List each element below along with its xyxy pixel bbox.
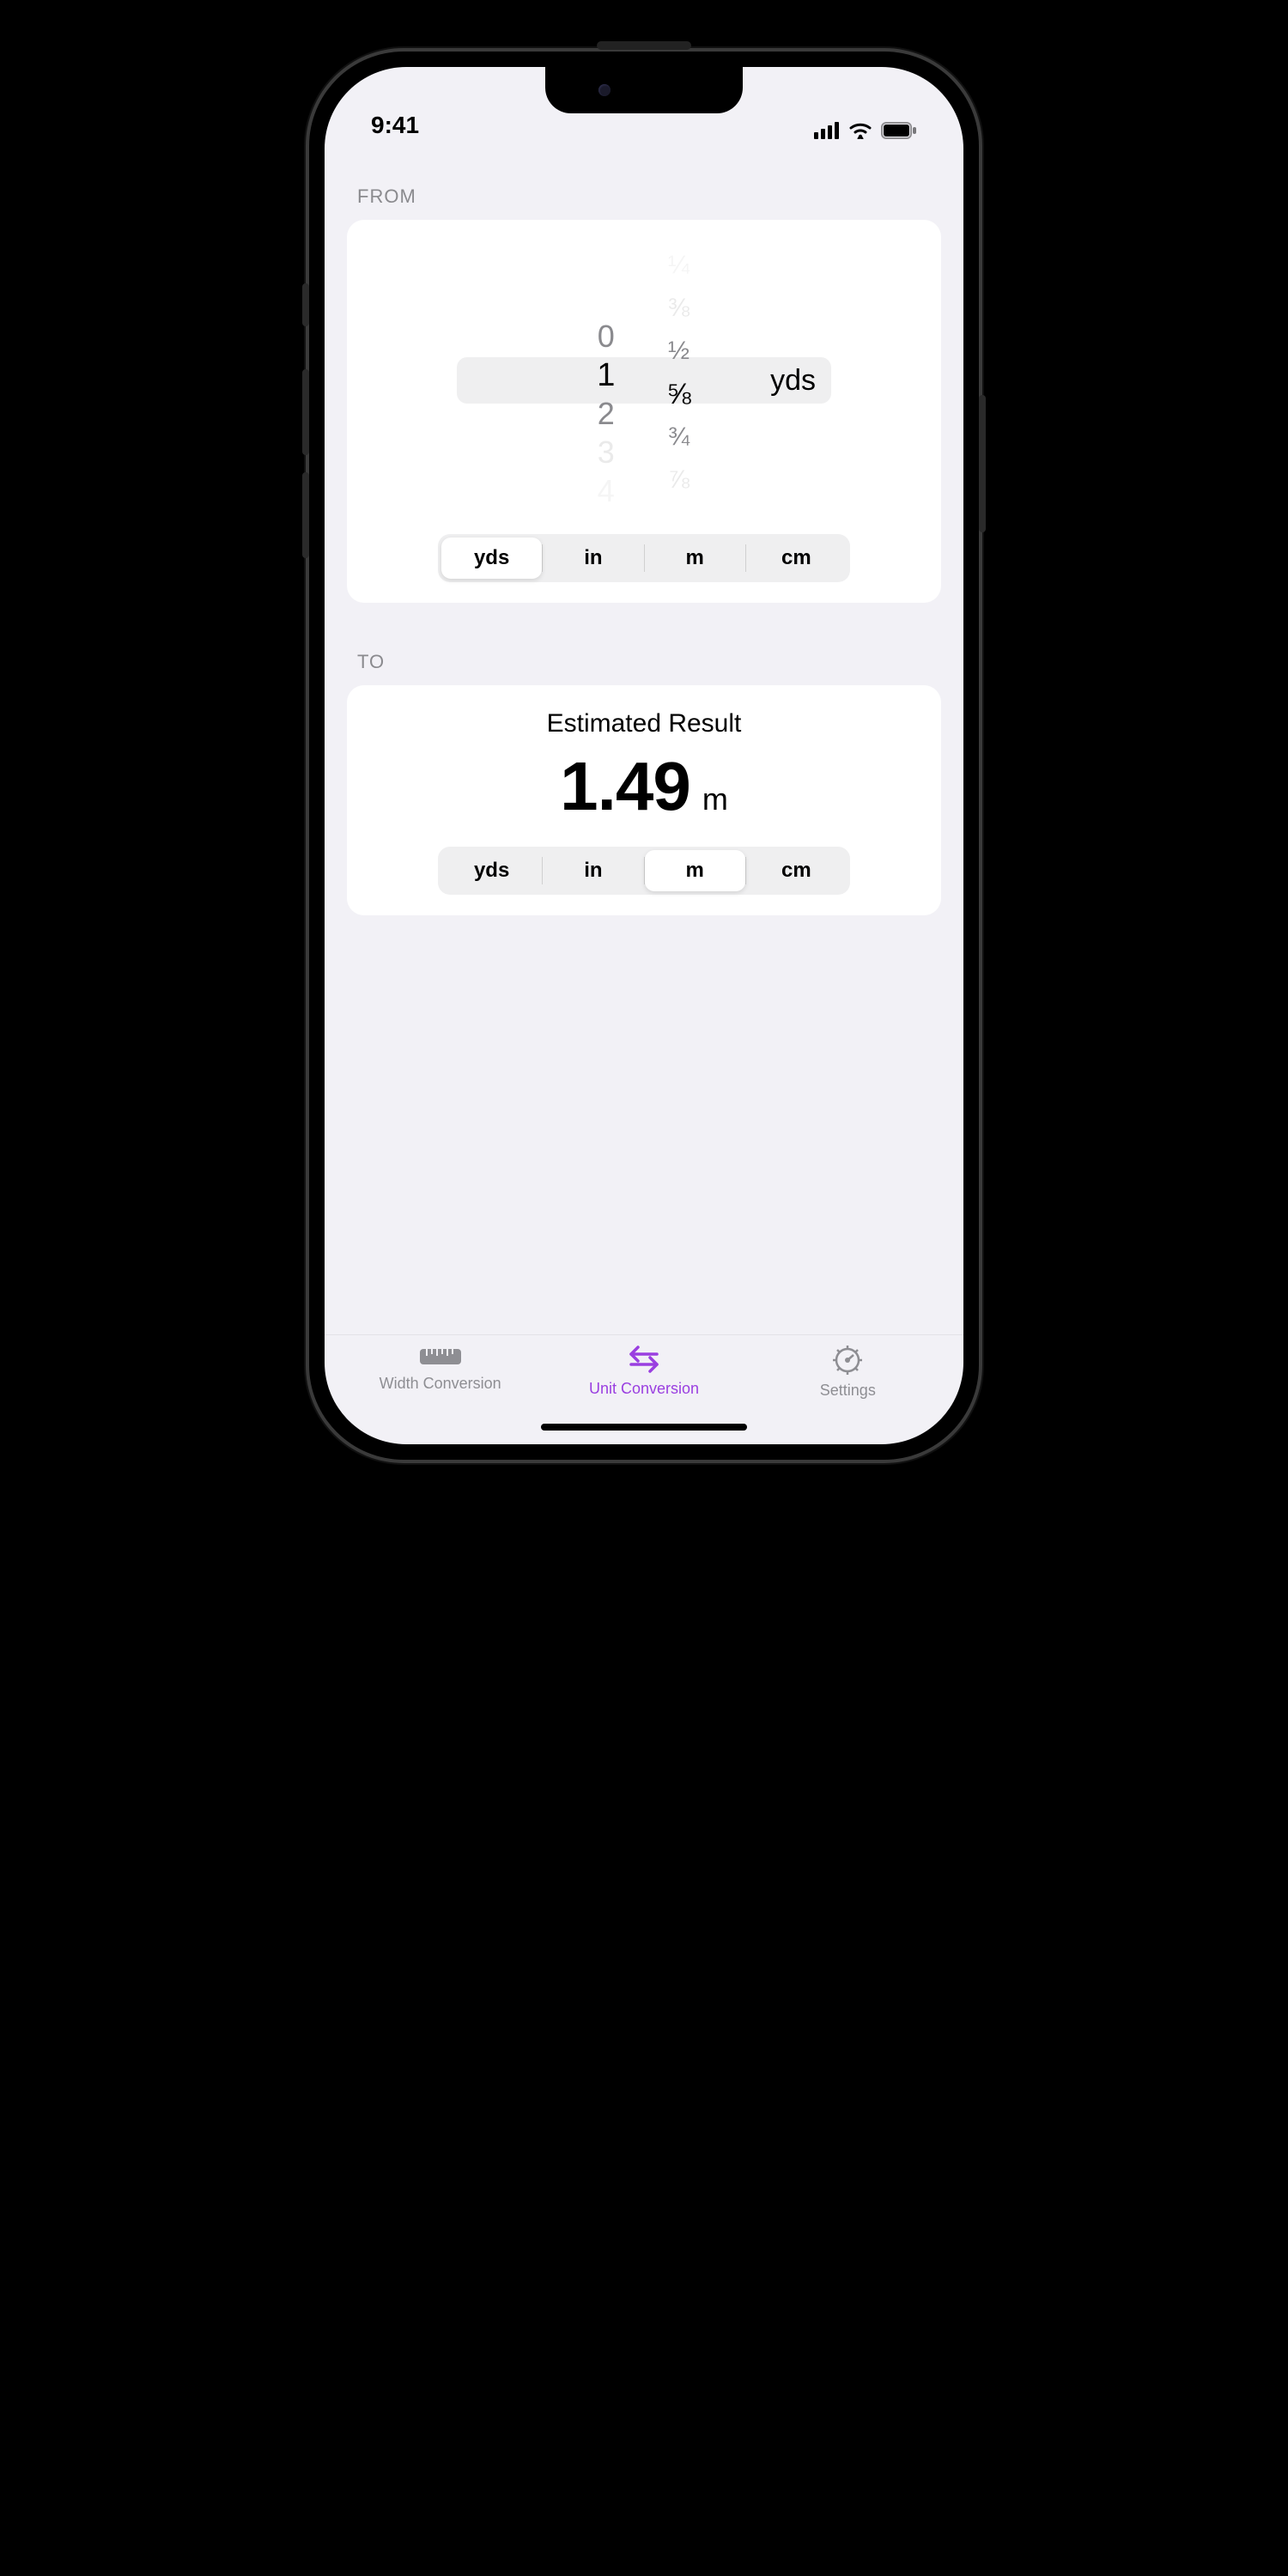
tab-label: Settings: [820, 1382, 876, 1400]
from-card: yds 0 1 2 3 4 ¼ ⅜ ½ ⅝: [347, 220, 941, 603]
phone-frame: 9:41 FROM yds 0 1 2 3: [309, 52, 979, 1460]
speaker-grille: [597, 41, 691, 50]
arrows-swap-icon: [624, 1344, 664, 1375]
fraction-wheel[interactable]: ¼ ⅜ ½ ⅝ ¾ ⅞: [666, 244, 690, 510]
from-unit-segmented[interactable]: yds in m cm: [438, 534, 850, 582]
seg-m[interactable]: m: [645, 538, 745, 579]
to-card: Estimated Result 1.49 m yds in m cm: [347, 685, 941, 915]
value-picker[interactable]: yds 0 1 2 3 4 ¼ ⅜ ½ ⅝: [362, 244, 926, 510]
seg-cm[interactable]: cm: [746, 538, 847, 579]
result-title: Estimated Result: [547, 709, 742, 738]
seg-yds[interactable]: yds: [441, 538, 542, 579]
picker-option[interactable]: 3: [598, 433, 615, 471]
tab-unit-conversion[interactable]: Unit Conversion: [550, 1344, 738, 1417]
picker-option-selected[interactable]: 1: [597, 356, 615, 395]
volume-down-button: [302, 472, 309, 558]
status-indicators: [814, 122, 917, 139]
picker-option[interactable]: 2: [598, 395, 615, 434]
wifi-icon: [848, 122, 872, 139]
tab-label: Unit Conversion: [589, 1380, 699, 1398]
result-row: 1.49 m: [560, 747, 728, 826]
picker-option[interactable]: ⅞: [668, 459, 690, 501]
picker-option[interactable]: ¾: [668, 416, 690, 459]
to-label: TO: [347, 651, 941, 673]
picker-option[interactable]: ⅜: [668, 287, 690, 330]
seg-in[interactable]: in: [543, 850, 643, 891]
cellular-icon: [814, 122, 840, 139]
ruler-icon: [418, 1344, 463, 1370]
picker-option-selected[interactable]: ⅝: [666, 373, 690, 416]
result-unit: m: [702, 781, 728, 817]
screen: 9:41 FROM yds 0 1 2 3: [325, 67, 963, 1444]
from-label: FROM: [347, 185, 941, 208]
to-unit-segmented[interactable]: yds in m cm: [438, 847, 850, 895]
picker-option[interactable]: ½: [668, 330, 690, 373]
tab-width-conversion[interactable]: Width Conversion: [346, 1344, 535, 1417]
picker-option[interactable]: ¼: [668, 244, 690, 287]
home-indicator[interactable]: [541, 1424, 747, 1431]
picker-unit-suffix: yds: [770, 364, 816, 398]
tab-label: Width Conversion: [380, 1375, 501, 1393]
power-button: [979, 395, 986, 532]
whole-number-wheel[interactable]: 0 1 2 3 4: [597, 244, 615, 510]
seg-in[interactable]: in: [543, 538, 643, 579]
volume-up-button: [302, 369, 309, 455]
mute-switch: [302, 283, 309, 326]
picker-option[interactable]: 4: [598, 471, 615, 510]
battery-icon: [881, 122, 917, 139]
seg-m[interactable]: m: [645, 850, 745, 891]
content: FROM yds 0 1 2 3 4 ¼: [325, 144, 963, 1334]
picker-option[interactable]: 0: [598, 318, 615, 356]
status-time: 9:41: [371, 112, 419, 139]
seg-cm[interactable]: cm: [746, 850, 847, 891]
seg-yds[interactable]: yds: [441, 850, 542, 891]
gear-icon: [831, 1344, 864, 1376]
result-value: 1.49: [560, 747, 690, 826]
tab-settings[interactable]: Settings: [753, 1344, 942, 1417]
notch: [545, 67, 743, 113]
